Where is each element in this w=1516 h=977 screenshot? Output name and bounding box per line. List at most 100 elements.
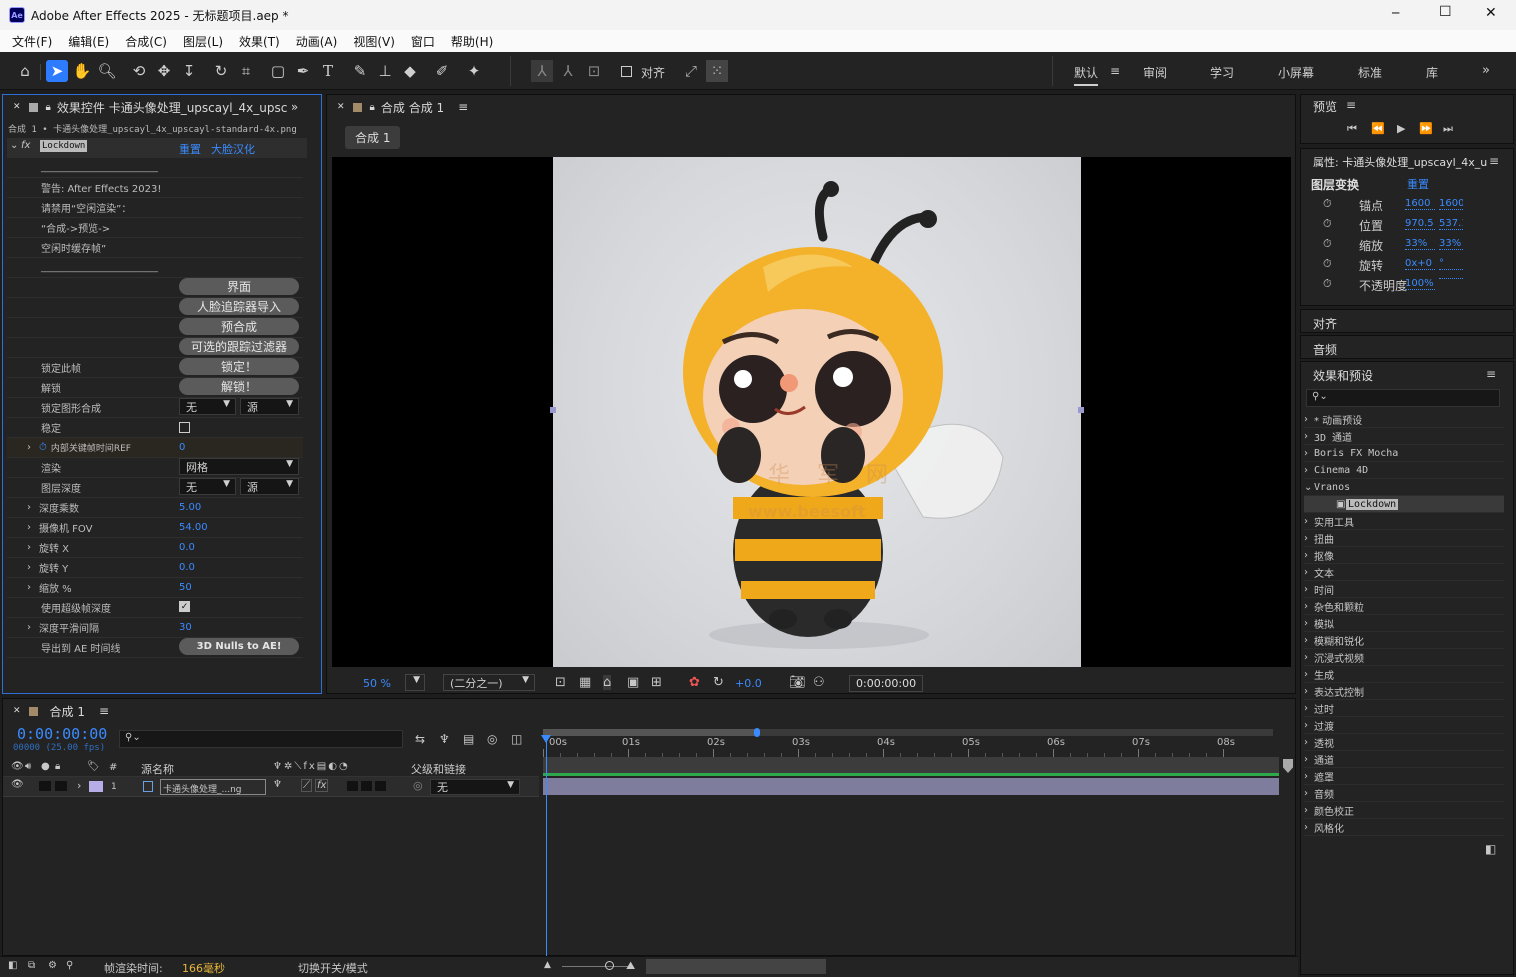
preset-category[interactable]: › 沉浸式视频 bbox=[1304, 649, 1504, 666]
visibility-eye-icon[interactable]: 👁︎ bbox=[11, 779, 24, 790]
panel-menu-icon[interactable]: ≡ bbox=[1346, 98, 1356, 112]
pickwhip-icon[interactable]: ◎ bbox=[413, 779, 423, 792]
lock-icon[interactable]: 🔒︎ bbox=[370, 102, 375, 113]
rot-y-value[interactable]: 0.0 bbox=[179, 562, 195, 573]
brush-tool-icon[interactable]: ✎ bbox=[349, 60, 371, 82]
selection-tool-icon[interactable]: ➤ bbox=[46, 60, 68, 82]
chevron-right-icon[interactable]: › bbox=[1304, 601, 1314, 612]
stopwatch-icon[interactable]: ⏱ bbox=[1323, 217, 1332, 231]
panel-overflow-icon[interactable]: » bbox=[291, 100, 298, 114]
super-depth-checkbox[interactable]: ✓ bbox=[179, 601, 190, 612]
stopwatch-icon[interactable]: ⏱ bbox=[1323, 197, 1332, 211]
parent-select[interactable]: 无 ▼ bbox=[430, 779, 520, 795]
current-time-indicator[interactable] bbox=[546, 737, 547, 957]
effect-icon[interactable]: ▣ bbox=[1336, 499, 1346, 510]
preset-category[interactable]: › Cinema 4D bbox=[1304, 462, 1504, 479]
expand-icon[interactable]: › bbox=[27, 522, 31, 533]
transform-handle[interactable] bbox=[1078, 407, 1084, 413]
maximize-button[interactable]: ☐ bbox=[1439, 4, 1452, 20]
layer-icon[interactable]: ◧ bbox=[8, 960, 17, 971]
chevron-right-icon[interactable]: › bbox=[1304, 652, 1314, 663]
tracking-filter-button[interactable]: 可选的跟踪过滤器 bbox=[179, 338, 299, 355]
panel-title[interactable]: 合成 1 bbox=[50, 703, 85, 720]
rot-x-value[interactable]: 0.0 bbox=[179, 542, 195, 553]
chevron-right-icon[interactable]: › bbox=[1304, 533, 1314, 544]
color-channel-icon[interactable]: ✿ bbox=[689, 675, 700, 690]
mask-view-icon[interactable]: ⌂ bbox=[603, 675, 612, 690]
workspace-tab[interactable]: 小屏幕 bbox=[1278, 64, 1314, 81]
workspace-tab[interactable]: 库 bbox=[1426, 64, 1438, 81]
comp-tab[interactable]: 合成 1 bbox=[345, 126, 401, 149]
export-nulls-button[interactable]: 3D Nulls to AE! bbox=[179, 638, 299, 655]
zoom-value[interactable]: 50 % bbox=[363, 677, 391, 690]
hand-tool-icon[interactable]: ✋ bbox=[71, 60, 93, 82]
chevron-right-icon[interactable]: › bbox=[1304, 686, 1314, 697]
expand-icon[interactable]: › bbox=[77, 779, 81, 792]
chevron-right-icon[interactable]: › bbox=[1304, 754, 1314, 765]
axis-local-icon[interactable]: ⅄ bbox=[531, 60, 553, 82]
work-area-end-handle[interactable] bbox=[754, 728, 760, 737]
show-snapshot-icon[interactable]: ⚇ bbox=[813, 675, 825, 690]
chevron-right-icon[interactable]: › bbox=[1304, 618, 1314, 629]
eraser-tool-icon[interactable]: ◆ bbox=[399, 60, 421, 82]
preset-category[interactable]: › 通道 bbox=[1304, 751, 1504, 768]
workspace-tab[interactable]: 标准 bbox=[1358, 64, 1382, 81]
stamp-tool-icon[interactable]: ⊥ bbox=[374, 60, 396, 82]
audio-icon[interactable]: 🔊︎ bbox=[25, 761, 31, 772]
chevron-right-icon[interactable]: › bbox=[1304, 431, 1314, 442]
menu-item[interactable]: 视图(V) bbox=[345, 33, 403, 50]
zoom-in-icon[interactable]: ⛰ bbox=[626, 959, 635, 973]
ref-value[interactable]: 0 bbox=[179, 442, 185, 453]
chevron-right-icon[interactable]: › bbox=[1304, 805, 1314, 816]
panel-title[interactable]: 音频 bbox=[1313, 341, 1337, 358]
workspace-tab[interactable]: 学习 bbox=[1210, 64, 1234, 81]
preset-category[interactable]: › 扭曲 bbox=[1304, 530, 1504, 547]
zoom-tool-icon[interactable]: 🔍︎ bbox=[96, 60, 118, 82]
panel-title[interactable]: 对齐 bbox=[1313, 315, 1337, 332]
chevron-right-icon[interactable]: › bbox=[1304, 414, 1314, 425]
anchor-tool-icon[interactable]: ⌗ bbox=[235, 60, 257, 82]
preset-category[interactable]: ⌄ Vranos bbox=[1304, 479, 1504, 496]
chevron-right-icon[interactable]: › bbox=[1304, 788, 1314, 799]
dolly-camera-icon[interactable]: ↧ bbox=[178, 60, 200, 82]
exposure-value[interactable]: +0.0 bbox=[735, 677, 762, 690]
lock-comp-source-select[interactable]: 源 ▼ bbox=[240, 398, 299, 415]
timeline-search-input[interactable]: ⚲⌄ bbox=[119, 730, 403, 748]
chevron-right-icon[interactable]: › bbox=[1304, 465, 1314, 476]
current-time[interactable]: 0:00:00:00 bbox=[849, 675, 924, 692]
fov-value[interactable]: 54.00 bbox=[179, 522, 208, 533]
snapshot-icon[interactable]: 📷︎ bbox=[789, 675, 806, 690]
zoom-select[interactable]: ▼ bbox=[405, 674, 425, 691]
zoom-slider[interactable] bbox=[562, 966, 632, 967]
menu-item[interactable]: 编辑(E) bbox=[60, 33, 117, 50]
face-tracker-import-button[interactable]: 人脸追踪器导入 bbox=[179, 298, 299, 315]
preset-category[interactable]: › 风格化 bbox=[1304, 819, 1504, 836]
preset-category[interactable]: › * 动画预设 bbox=[1304, 411, 1504, 428]
collapse-icon[interactable]: ⌄ bbox=[10, 140, 18, 151]
prop-value[interactable]: 1600 bbox=[1405, 198, 1435, 210]
reset-link[interactable]: 重置 bbox=[179, 141, 201, 157]
prev-frame-icon[interactable]: ⏪ bbox=[1371, 122, 1385, 135]
unlock-button[interactable]: 解锁！ bbox=[179, 378, 299, 395]
chevron-right-icon[interactable]: › bbox=[1304, 737, 1314, 748]
expand-icon[interactable]: › bbox=[27, 442, 31, 453]
pen-tool-icon[interactable]: ✒ bbox=[292, 60, 314, 82]
reset-exposure-icon[interactable]: ↻ bbox=[713, 675, 724, 690]
axis-world-icon[interactable]: ⅄ bbox=[557, 60, 579, 82]
preset-category[interactable]: ▣ Lockdown bbox=[1304, 496, 1504, 513]
first-frame-icon[interactable]: ⏮ bbox=[1347, 122, 1357, 136]
timeline-scrollbar[interactable] bbox=[646, 959, 826, 974]
preset-category[interactable]: › 透视 bbox=[1304, 734, 1504, 751]
chevron-down-icon[interactable]: ⌄ bbox=[1304, 482, 1314, 493]
workspace-menu-icon[interactable]: ≡ bbox=[1110, 64, 1120, 78]
precomp-icon[interactable]: ⧉ bbox=[28, 960, 35, 971]
resolution-select[interactable]: (二分之一) ▼ bbox=[443, 674, 535, 691]
preset-category[interactable]: › 抠像 bbox=[1304, 547, 1504, 564]
work-area-range[interactable] bbox=[543, 729, 757, 736]
switch-box[interactable] bbox=[347, 781, 358, 791]
lock-icon[interactable]: 🔒︎ bbox=[55, 761, 60, 772]
composition-flowchart-icon[interactable]: ⇆ bbox=[415, 732, 425, 746]
fx-switch-icon[interactable]: fx bbox=[315, 779, 329, 792]
time-ruler[interactable]: 00s 01s 02s 03s 04s 05s 06s 07s 08s bbox=[543, 737, 1279, 757]
preset-category[interactable]: › 遮罩 bbox=[1304, 768, 1504, 785]
